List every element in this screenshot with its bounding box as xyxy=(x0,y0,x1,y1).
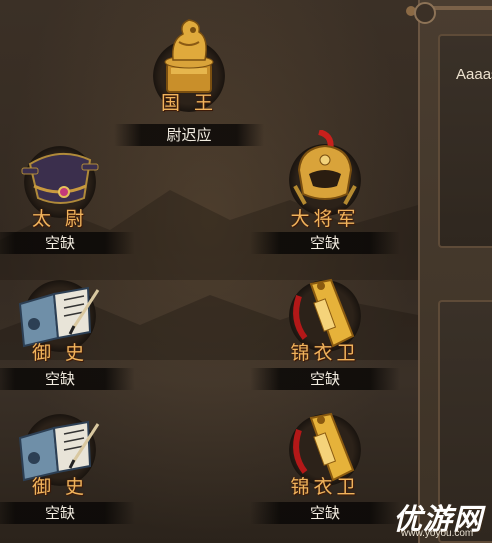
dajiangjun-holder: 空缺 xyxy=(250,232,400,254)
yushi-1-holder: 空缺 xyxy=(0,368,135,390)
taiwei-holder: 空缺 xyxy=(0,232,135,254)
jinyiwei-1-title: 锦衣卫 xyxy=(290,342,360,364)
dajiangjun-title: 大将军 xyxy=(290,208,360,230)
jinyiwei-2-title: 锦衣卫 xyxy=(290,476,360,498)
side-info-panel: Aaaas xyxy=(414,0,492,543)
info-box-text: Aaaas xyxy=(456,66,492,83)
taiwei-title: 太 尉 xyxy=(31,208,89,230)
site-watermark: 优游网 www.yoyou.com xyxy=(393,492,492,543)
court-positions-panel: 国 王 尉迟应 太 尉 空缺 御 史 空缺 御 史 空缺 大将军 空缺 锦衣卫 … xyxy=(0,0,418,543)
yushi-1-title: 御 史 xyxy=(31,342,89,364)
king-title: 国 王 xyxy=(160,92,218,114)
panel-corner-ornament xyxy=(414,2,436,24)
king-holder: 尉迟应 xyxy=(114,124,264,146)
jinyiwei-2-holder: 空缺 xyxy=(250,502,400,524)
panel-top-border xyxy=(430,6,492,10)
info-box-top[interactable]: Aaaas xyxy=(438,34,492,248)
jinyiwei-1-holder: 空缺 xyxy=(250,368,400,390)
watermark-url: www.yoyou.com xyxy=(401,528,474,539)
yushi-2-title: 御 史 xyxy=(31,476,89,498)
yushi-2-holder: 空缺 xyxy=(0,502,135,524)
